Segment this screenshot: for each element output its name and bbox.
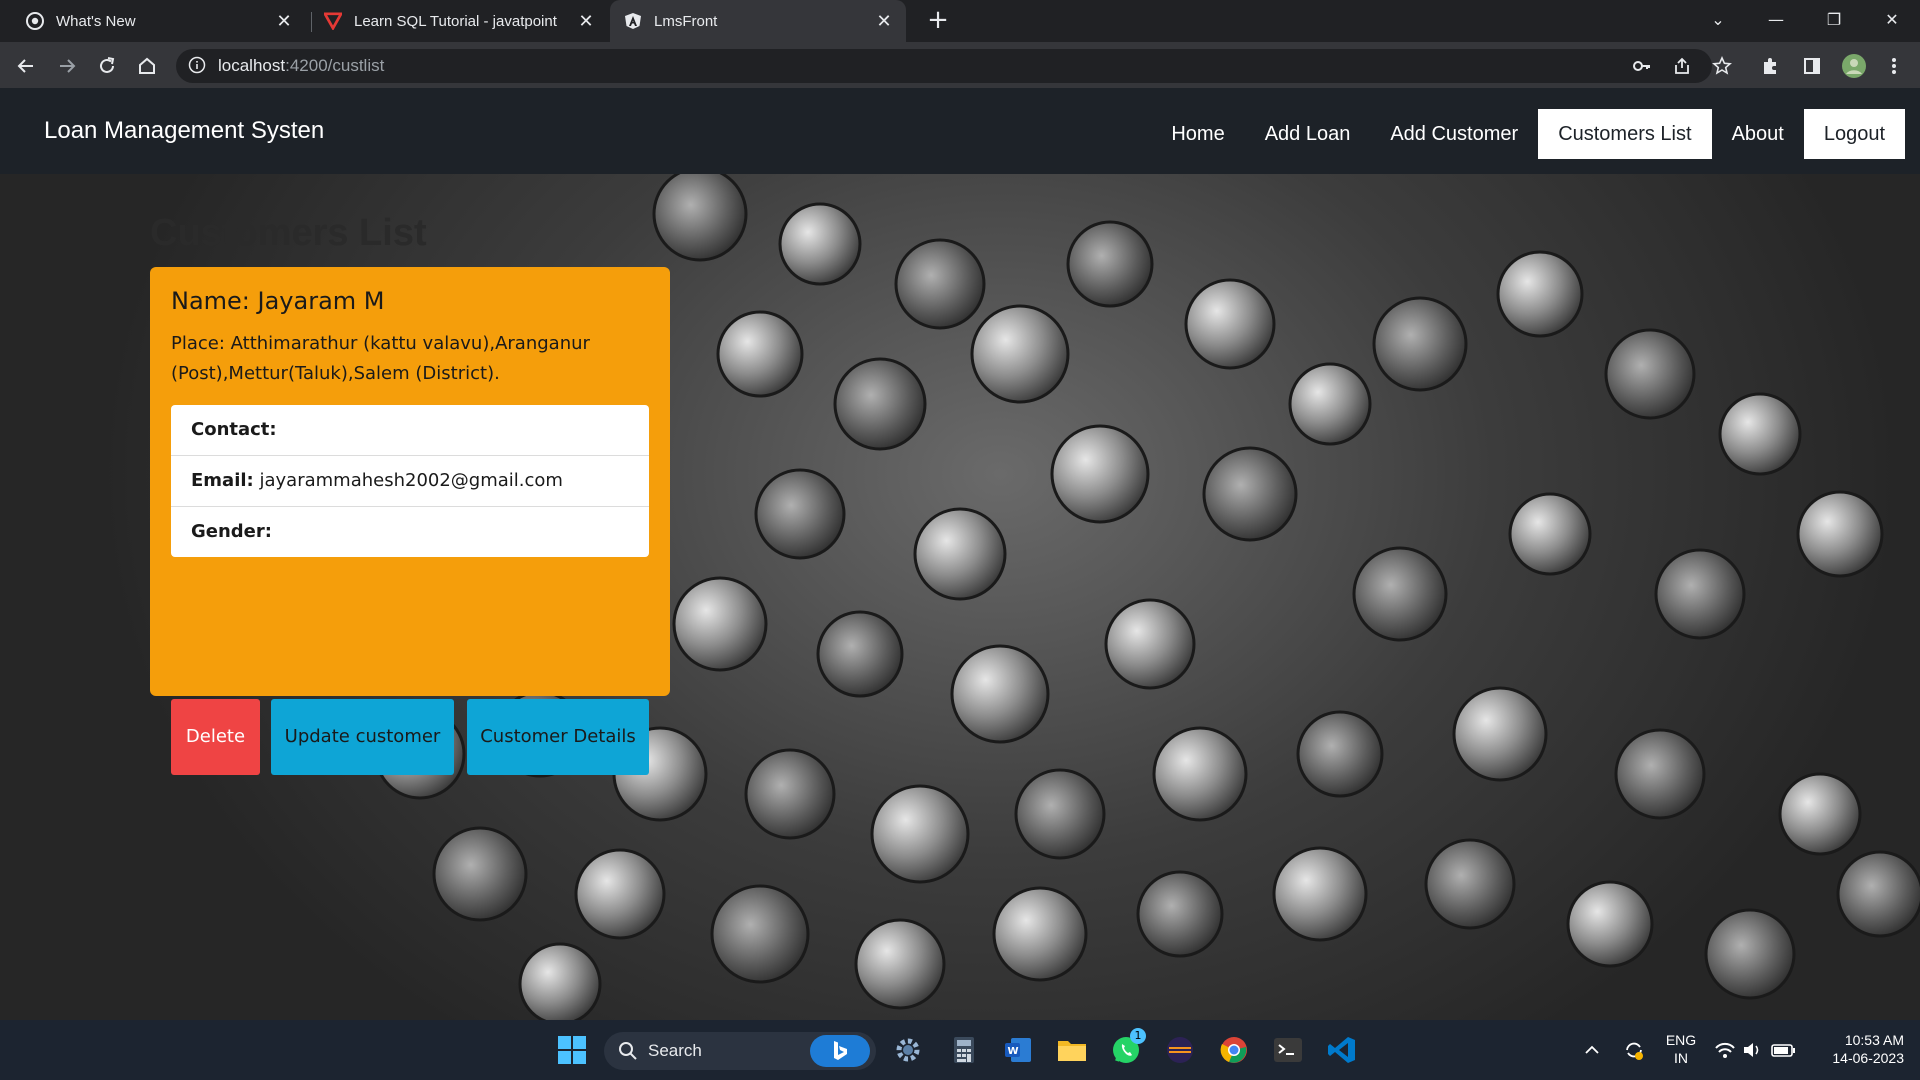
- settings-icon[interactable]: [888, 1030, 928, 1070]
- word-icon[interactable]: W: [998, 1030, 1038, 1070]
- wifi-icon: [1715, 1042, 1735, 1058]
- email-label: Email:: [191, 470, 254, 491]
- nav-home[interactable]: Home: [1151, 109, 1244, 159]
- contact-row: Contact:: [171, 405, 649, 456]
- home-icon[interactable]: [131, 50, 163, 82]
- tab-title: Learn SQL Tutorial - javatpoint: [354, 12, 557, 30]
- site-info-icon[interactable]: [188, 56, 206, 74]
- minimize-button[interactable]: —: [1748, 0, 1804, 40]
- language-indicator[interactable]: ENG IN: [1658, 1031, 1704, 1067]
- forward-icon[interactable]: [51, 50, 83, 82]
- calculator-icon[interactable]: [944, 1030, 984, 1070]
- share-icon[interactable]: [1672, 56, 1692, 76]
- new-tab-button[interactable]: +: [922, 4, 954, 36]
- back-icon[interactable]: [10, 50, 42, 82]
- chrome-icon: [26, 12, 44, 30]
- close-tab-icon[interactable]: ✕: [272, 11, 296, 32]
- tab-title: LmsFront: [654, 12, 718, 30]
- nav-links: Home Add Loan Add Customer Customers Lis…: [1151, 109, 1905, 159]
- language-code: ENG: [1665, 1032, 1697, 1048]
- tab-javatpoint[interactable]: Learn SQL Tutorial - javatpoint ✕: [312, 0, 608, 42]
- customer-details-button[interactable]: Customer Details: [467, 699, 649, 775]
- close-tab-icon[interactable]: ✕: [872, 11, 896, 32]
- language-region: IN: [1674, 1050, 1688, 1066]
- side-panel-icon[interactable]: [1796, 50, 1828, 82]
- angular-icon: [624, 12, 642, 30]
- bing-icon[interactable]: [810, 1035, 870, 1067]
- key-icon[interactable]: [1632, 56, 1652, 76]
- url-text: localhost:4200/custlist: [218, 56, 385, 75]
- update-customer-button[interactable]: Update customer: [271, 699, 454, 775]
- extensions-icon[interactable]: [1754, 50, 1786, 82]
- nav-add-loan[interactable]: Add Loan: [1245, 109, 1371, 159]
- terminal-icon[interactable]: [1268, 1030, 1308, 1070]
- page-title: Customers List: [150, 212, 427, 254]
- gender-row: Gender:: [171, 507, 649, 557]
- search-icon: [618, 1041, 638, 1066]
- start-icon[interactable]: [552, 1030, 592, 1070]
- nav-customers-list[interactable]: Customers List: [1538, 109, 1712, 159]
- chevron-up-icon[interactable]: [1572, 1030, 1612, 1070]
- page-content: Loan Management Systen Home Add Loan Add…: [0, 88, 1920, 1020]
- clock[interactable]: 10:53 AM 14-06-2023: [1812, 1031, 1904, 1067]
- tab-whats-new[interactable]: What's New ✕: [0, 0, 306, 42]
- email-value: jayarammahesh2002@gmail.com: [259, 470, 563, 491]
- address-bar[interactable]: localhost:4200/custlist: [176, 49, 1712, 83]
- customer-name: Name: Jayaram M: [171, 287, 385, 315]
- restore-button[interactable]: ❐: [1806, 0, 1862, 40]
- whatsapp-icon[interactable]: 1: [1106, 1028, 1146, 1070]
- nav-about[interactable]: About: [1712, 109, 1804, 159]
- volume-icon: [1744, 1043, 1759, 1057]
- reload-icon[interactable]: [91, 50, 123, 82]
- customer-details-list: Contact: Email: jayarammahesh2002@gmail.…: [171, 405, 649, 557]
- windows-taskbar: Search W 1 ENG IN 10:53 AM 14-06-2023: [0, 1020, 1920, 1080]
- tab-search-icon[interactable]: ⌄: [1690, 0, 1746, 40]
- navbar: Loan Management Systen Home Add Loan Add…: [0, 88, 1920, 174]
- search-label: Search: [648, 1041, 702, 1060]
- contact-label: Contact:: [191, 419, 277, 440]
- eclipse-icon[interactable]: [1160, 1030, 1200, 1070]
- tab-title: What's New: [56, 12, 136, 30]
- customer-card: Name: Jayaram M Place: Atthimarathur (ka…: [150, 267, 670, 775]
- brand-title[interactable]: Loan Management Systen: [44, 88, 324, 174]
- javatpoint-icon: [324, 12, 342, 30]
- file-explorer-icon[interactable]: [1052, 1030, 1092, 1070]
- taskbar-search[interactable]: Search: [604, 1032, 876, 1070]
- quick-settings[interactable]: [1710, 1030, 1806, 1070]
- chrome-taskbar-icon[interactable]: [1214, 1030, 1254, 1070]
- vscode-icon[interactable]: [1322, 1030, 1362, 1070]
- browser-toolbar: localhost:4200/custlist: [0, 42, 1920, 88]
- close-tab-icon[interactable]: ✕: [574, 11, 598, 32]
- bookmark-star-icon[interactable]: [1706, 50, 1738, 82]
- gender-label: Gender:: [191, 521, 272, 542]
- delete-button[interactable]: Delete: [171, 699, 260, 775]
- nav-add-customer[interactable]: Add Customer: [1370, 109, 1538, 159]
- profile-avatar[interactable]: [1838, 50, 1870, 82]
- close-window-button[interactable]: ✕: [1864, 0, 1920, 40]
- customer-place: Place: Atthimarathur (kattu valavu),Aran…: [171, 333, 590, 384]
- email-row: Email: jayarammahesh2002@gmail.com: [171, 456, 649, 507]
- menu-dots-icon[interactable]: [1878, 50, 1910, 82]
- clock-time: 10:53 AM: [1844, 1032, 1904, 1048]
- battery-icon: [1771, 1044, 1795, 1057]
- logout-button[interactable]: Logout: [1803, 109, 1905, 159]
- tab-strip: What's New ✕ Learn SQL Tutorial - javatp…: [0, 0, 1920, 42]
- clock-date: 14-06-2023: [1832, 1050, 1904, 1066]
- tab-lmsfront[interactable]: LmsFront ✕: [610, 0, 906, 42]
- sync-icon[interactable]: [1614, 1030, 1654, 1070]
- svg-text:W: W: [1008, 1046, 1019, 1057]
- whatsapp-badge: 1: [1130, 1028, 1146, 1044]
